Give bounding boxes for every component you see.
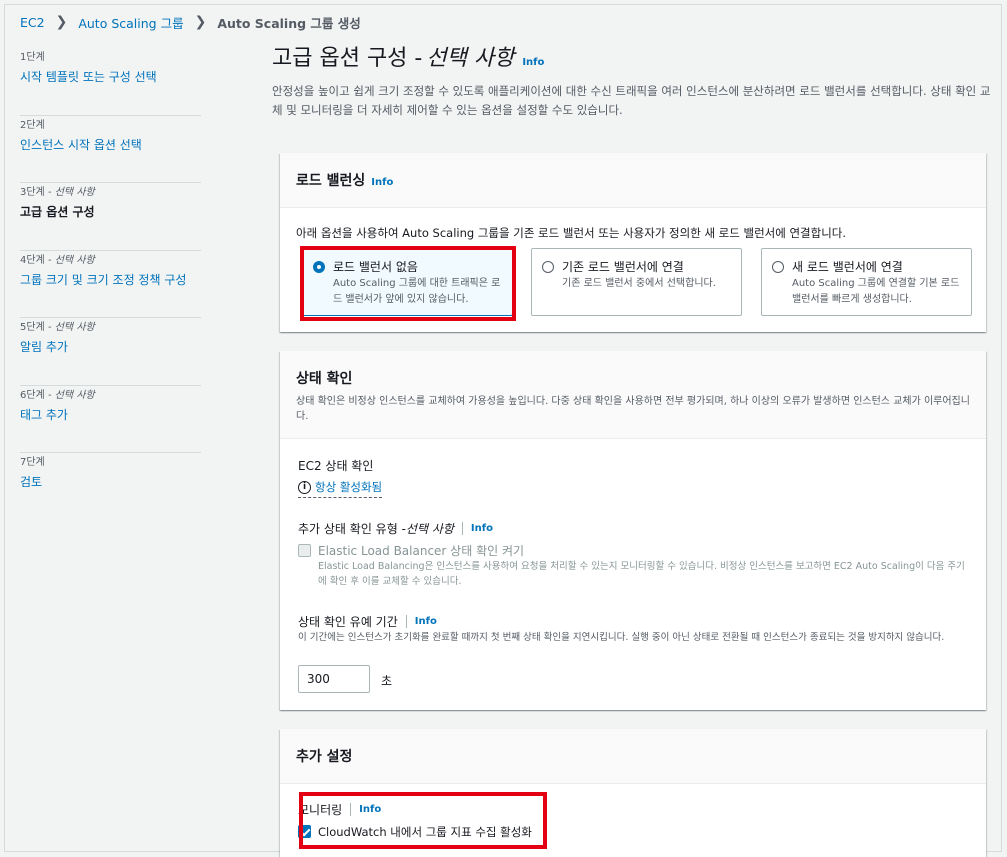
step-2: 2단계 인스턴스 시작 옵션 선택 — [20, 116, 201, 183]
chevron-right-icon: ❯ — [194, 14, 207, 30]
info-link[interactable]: Info — [371, 177, 393, 188]
info-link[interactable]: Info — [522, 57, 544, 68]
highlight-box — [300, 246, 516, 321]
elb-health-check-desc: Elastic Load Balancing은 인스턴스를 사용하여 요청을 처… — [318, 561, 965, 587]
step-link-group-size[interactable]: 그룹 크기 및 크기 조정 정책 구성 — [20, 271, 186, 288]
panel-header: 상태 확인 상태 확인은 비정상 인스턴스를 교체하여 가용성을 높입니다. 다… — [280, 351, 986, 439]
health-check-panel: 상태 확인 상태 확인은 비정상 인스턴스를 교체하여 가용성을 높입니다. 다… — [280, 351, 986, 710]
step-link-launch-template[interactable]: 시작 템플릿 또는 구성 선택 — [20, 68, 157, 85]
grace-period-desc: 이 기간에는 인스턴스가 초기화를 완료할 때까지 첫 번째 상태 확인을 지연… — [298, 632, 945, 643]
step-number: 4단계 - 선택 사항 — [20, 254, 95, 266]
step-number: 2단계 — [20, 119, 45, 131]
radio-card-existing-load-balancer[interactable]: 기존 로드 밸런서에 연결 기존 로드 밸런서 중에서 선택합니다. — [531, 248, 742, 316]
info-link[interactable]: Info — [471, 523, 493, 534]
step-number: 3단계 - 선택 사항 — [20, 187, 95, 198]
step-number: 1단계 — [20, 52, 45, 63]
main-content: 고급 옵션 구성 - 선택 사항 Info 안정성을 높이고 쉽게 크기 조정할… — [272, 40, 992, 120]
step-number: 5단계 - 선택 사항 — [20, 322, 95, 333]
elb-health-check-label: Elastic Load Balancer 상태 확인 켜기 — [318, 544, 525, 558]
chevron-right-icon: ❯ — [55, 14, 68, 30]
step-number: 7단계 — [20, 457, 45, 468]
radio-button[interactable] — [542, 261, 554, 273]
step-1: 1단계 시작 템플릿 또는 구성 선택 — [20, 48, 201, 116]
highlight-box — [299, 792, 547, 849]
panel-header: 추가 설정 — [280, 729, 986, 784]
breadcrumb-auto-scaling-groups[interactable]: Auto Scaling 그룹 — [78, 13, 183, 32]
info-circle-icon: i — [298, 480, 311, 494]
page-description: 안정성을 높이고 쉽게 크기 조정할 수 있도록 애플리케이션에 대한 수신 트… — [272, 84, 991, 117]
panel-body: EC2 상태 확인 i 항상 활성화됨 추가 상태 확인 유형 - 선택 사항 … — [280, 439, 986, 710]
grace-period-label: 상태 확인 유예 기간 Info — [298, 615, 437, 629]
step-4: 4단계 - 선택 사항 그룹 크기 및 크기 조정 정책 구성 — [20, 251, 201, 318]
panel-title: 로드 밸런싱 Info — [296, 173, 394, 189]
step-5: 5단계 - 선택 사항 알림 추가 — [20, 318, 201, 386]
step-link-tags[interactable]: 태그 추가 — [20, 406, 68, 423]
breadcrumb-current: Auto Scaling 그룹 생성 — [217, 15, 361, 31]
ec2-health-check-status: i 항상 활성화됨 — [298, 479, 383, 498]
panel-description: 상태 확인은 비정상 인스턴스를 교체하여 가용성을 높입니다. 다중 상태 확… — [296, 396, 970, 422]
step-link-instance-launch-options[interactable]: 인스턴스 시작 옵션 선택 — [20, 136, 142, 153]
ec2-health-check-label: EC2 상태 확인 — [298, 459, 374, 473]
step-link-review[interactable]: 검토 — [20, 473, 42, 490]
step-link-notifications[interactable]: 알림 추가 — [20, 338, 68, 355]
info-link[interactable]: Info — [415, 616, 437, 627]
load-balancing-instruction: 아래 옵션을 사용하여 Auto Scaling 그룹을 기존 로드 밸런서 또… — [296, 226, 847, 240]
step-3: 3단계 - 선택 사항 고급 옵션 구성 — [20, 183, 201, 251]
page-title: 고급 옵션 구성 - 선택 사항 Info — [272, 46, 545, 71]
additional-health-check-label: 추가 상태 확인 유형 - 선택 사항 Info — [298, 522, 493, 536]
step-current-advanced-options: 고급 옵션 구성 — [20, 205, 95, 219]
panel-title: 추가 설정 — [296, 749, 353, 765]
elb-health-check-checkbox[interactable] — [298, 544, 311, 557]
step-6: 6단계 - 선택 사항 태그 추가 — [20, 386, 201, 453]
step-7: 7단계 검토 — [20, 453, 201, 521]
grace-period-input[interactable]: 300 — [298, 665, 370, 693]
radio-card-new-load-balancer[interactable]: 새 로드 밸런서에 연결 Auto Scaling 그룹에 연결할 기본 로드 … — [761, 248, 972, 316]
grace-period-unit: 초 — [381, 674, 393, 688]
radio-button[interactable] — [772, 261, 784, 273]
wizard-steps: 1단계 시작 템플릿 또는 구성 선택 2단계 인스턴스 시작 옵션 선택 3단… — [20, 48, 201, 521]
panel-header: 로드 밸런싱 Info — [280, 153, 986, 208]
breadcrumb: EC2 ❯ Auto Scaling 그룹 ❯ Auto Scaling 그룹 … — [20, 12, 361, 32]
panel-title: 상태 확인 — [296, 371, 353, 387]
step-number: 6단계 - 선택 사항 — [20, 389, 95, 401]
breadcrumb-ec2[interactable]: EC2 — [20, 15, 45, 30]
